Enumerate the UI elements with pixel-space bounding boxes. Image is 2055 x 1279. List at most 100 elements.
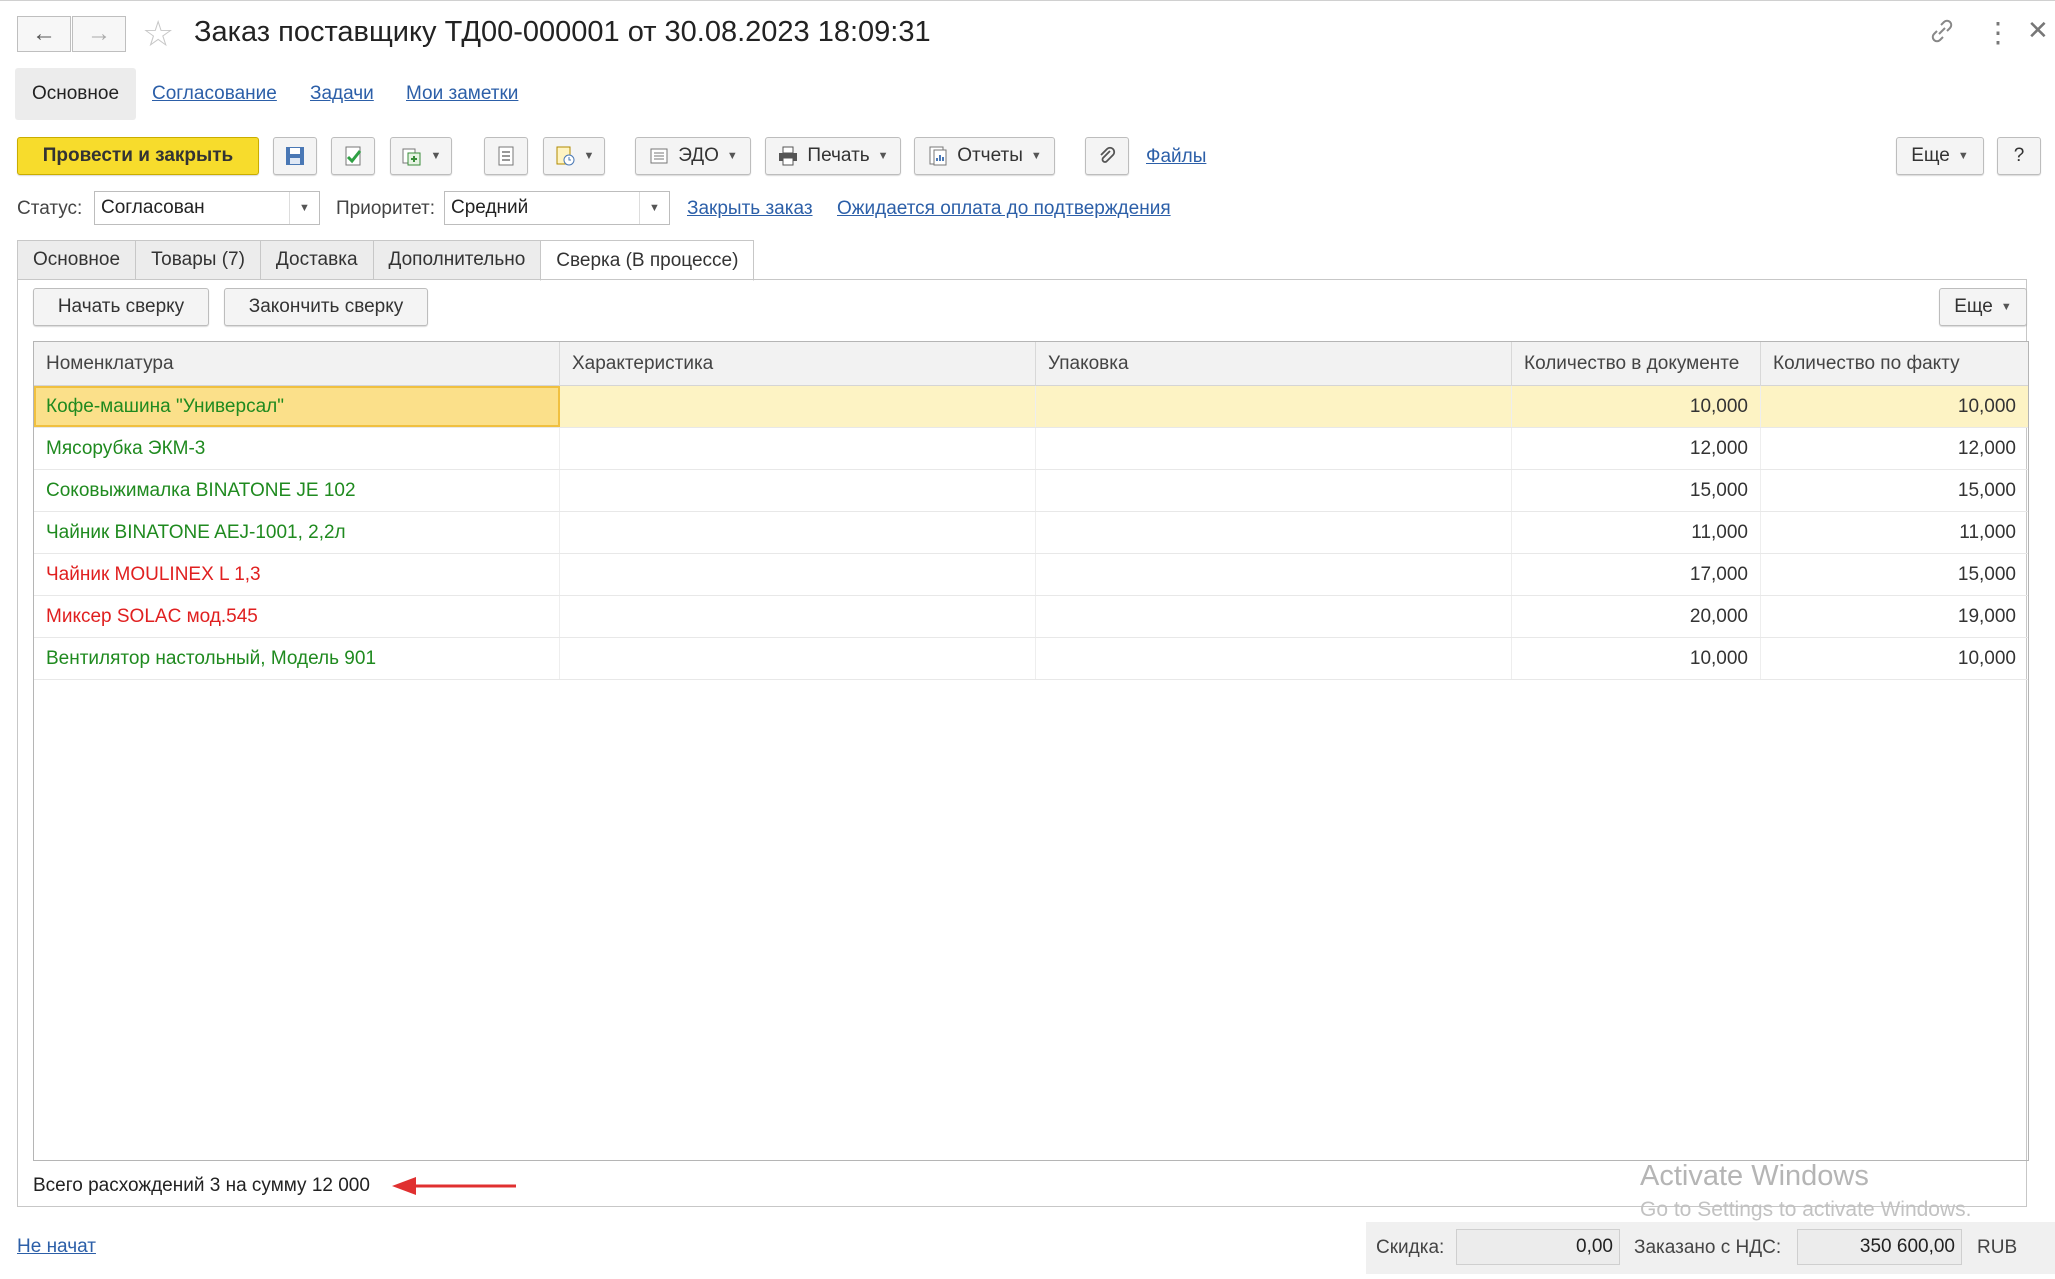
column-header-characteristic[interactable]: Характеристика [560,342,1036,386]
chevron-down-icon: ▼ [583,150,595,162]
priority-select[interactable]: Средний ▼ [444,191,670,225]
arrow-left-icon: ← [32,20,56,47]
tab-additional[interactable]: Дополнительно [372,240,541,280]
cell-qty-doc[interactable]: 11,000 [1512,512,1761,553]
cell-characteristic[interactable] [560,596,1036,637]
help-button[interactable]: ? [1997,137,2041,175]
edo-button[interactable]: ЭДО ▼ [635,137,751,175]
reconciliation-state-link[interactable]: Не начат [17,1236,96,1258]
cell-item[interactable]: Вентилятор настольный, Модель 901 [34,638,560,679]
cell-qty-doc[interactable]: 10,000 [1512,638,1761,679]
cell-item[interactable]: Мясорубка ЭКМ-3 [34,428,560,469]
tab-goods[interactable]: Товары (7) [135,240,260,280]
cell-characteristic[interactable] [560,554,1036,595]
tab-reconciliation-label: Сверка (В процессе) [556,249,739,271]
paperclip-icon [1100,146,1116,163]
cell-characteristic[interactable] [560,638,1036,679]
cell-characteristic[interactable] [560,386,1036,427]
cell-item[interactable]: Чайник BINATONE AEJ-1001, 2,2л [34,512,560,553]
ordered-vat-label: Заказано с НДС: [1634,1237,1782,1258]
history-button[interactable]: ▼ [543,137,605,175]
cell-qty-doc[interactable]: 17,000 [1512,554,1761,595]
tab-delivery[interactable]: Доставка [259,240,373,280]
cell-characteristic[interactable] [560,470,1036,511]
cell-package[interactable] [1036,554,1512,595]
table-row[interactable]: Кофе-машина "Универсал" 10,000 10,000 [34,386,2028,428]
nav-tab-approval[interactable]: Согласование [152,83,277,105]
reconcile-more-button[interactable]: Еще ▼ [1939,288,2027,326]
cell-qty-doc[interactable]: 15,000 [1512,470,1761,511]
reports-label: Отчеты [957,145,1023,166]
cell-qty-fact[interactable]: 19,000 [1761,596,2028,637]
cell-qty-fact[interactable]: 15,000 [1761,470,2028,511]
more-label: Еще [1911,145,1950,166]
cell-item[interactable]: Чайник MOULINEX L 1,3 [34,554,560,595]
cell-qty-fact[interactable]: 10,000 [1761,638,2028,679]
nav-tab-main[interactable]: Основное [15,68,136,120]
favorite-star-icon[interactable]: ☆ [142,14,174,54]
reports-button[interactable]: Отчеты ▼ [914,137,1055,175]
nav-tab-tasks[interactable]: Задачи [310,83,374,105]
cell-item[interactable]: Миксер SOLAC мод.545 [34,596,560,637]
files-link[interactable]: Файлы [1146,146,1206,168]
discount-value: 0,00 [1576,1236,1613,1257]
cell-item[interactable]: Соковыжималка BINATONE JE 102 [34,470,560,511]
payment-status-link[interactable]: Ожидается оплата до подтверждения [837,198,1171,220]
chevron-down-icon[interactable]: ▼ [639,192,669,224]
cell-package[interactable] [1036,512,1512,553]
cell-characteristic[interactable] [560,512,1036,553]
cell-package[interactable] [1036,638,1512,679]
start-reconcile-button[interactable]: Начать сверку [33,288,209,326]
column-header-item[interactable]: Номенклатура [34,342,560,386]
table-row[interactable]: Вентилятор настольный, Модель 901 10,000 1… [34,638,2028,680]
reconcile-more-label: Еще [1954,296,1993,317]
cell-package[interactable] [1036,428,1512,469]
finish-reconcile-button[interactable]: Закончить сверку [224,288,428,326]
link-icon[interactable] [1929,18,1955,51]
back-button[interactable]: ← [17,16,71,52]
status-select[interactable]: Согласован ▼ [94,191,320,225]
document-tabs: Основное Товары (7) Доставка Дополнитель… [17,240,755,281]
structure-button[interactable] [484,137,528,175]
create-based-on-button[interactable]: ▼ [390,137,452,175]
window-title: Заказ поставщику ТД00-000001 от 30.08.20… [194,16,931,48]
cell-qty-doc[interactable]: 10,000 [1512,386,1761,427]
attach-button[interactable] [1085,137,1129,175]
cell-item[interactable]: Кофе-машина "Универсал" [34,386,560,427]
cell-qty-fact[interactable]: 15,000 [1761,554,2028,595]
chevron-down-icon: ▼ [1957,150,1969,162]
cell-qty-fact[interactable]: 11,000 [1761,512,2028,553]
table-row[interactable]: Чайник MOULINEX L 1,3 17,000 15,000 [34,554,2028,596]
post-and-close-button[interactable]: Провести и закрыть [17,137,259,175]
cell-package[interactable] [1036,470,1512,511]
save-button[interactable] [273,137,317,175]
tab-reconciliation[interactable]: Сверка (В процессе) [540,240,755,281]
discount-field: 0,00 [1456,1229,1620,1265]
cell-characteristic[interactable] [560,428,1036,469]
table-row[interactable]: Миксер SOLAC мод.545 20,000 19,000 [34,596,2028,638]
table-row[interactable]: Чайник BINATONE AEJ-1001, 2,2л 11,000 11,0… [34,512,2028,554]
table-row[interactable]: Мясорубка ЭКМ-3 12,000 12,000 [34,428,2028,470]
nav-tab-notes[interactable]: Мои заметки [406,83,518,105]
printer-icon [779,146,798,166]
more-vertical-icon[interactable]: ⋮ [1984,16,2012,49]
cell-package[interactable] [1036,596,1512,637]
column-header-package[interactable]: Упаковка [1036,342,1512,386]
tab-main[interactable]: Основное [17,240,136,280]
chevron-down-icon[interactable]: ▼ [289,192,319,224]
cell-qty-doc[interactable]: 20,000 [1512,596,1761,637]
cell-qty-doc[interactable]: 12,000 [1512,428,1761,469]
close-order-link[interactable]: Закрыть заказ [687,198,813,220]
more-button[interactable]: Еще ▼ [1896,137,1984,175]
close-icon[interactable]: ✕ [2027,15,2049,46]
cell-package[interactable] [1036,386,1512,427]
column-header-qty-doc[interactable]: Количество в документе [1512,342,1761,386]
cell-qty-fact[interactable]: 12,000 [1761,428,2028,469]
forward-button[interactable]: → [72,16,126,52]
print-button[interactable]: Печать ▼ [765,137,901,175]
column-header-qty-fact[interactable]: Количество по факту [1761,342,2028,386]
table-row[interactable]: Соковыжималка BINATONE JE 102 15,000 15,00… [34,470,2028,512]
post-document-icon [345,146,362,166]
cell-qty-fact[interactable]: 10,000 [1761,386,2028,427]
post-button[interactable] [331,137,375,175]
